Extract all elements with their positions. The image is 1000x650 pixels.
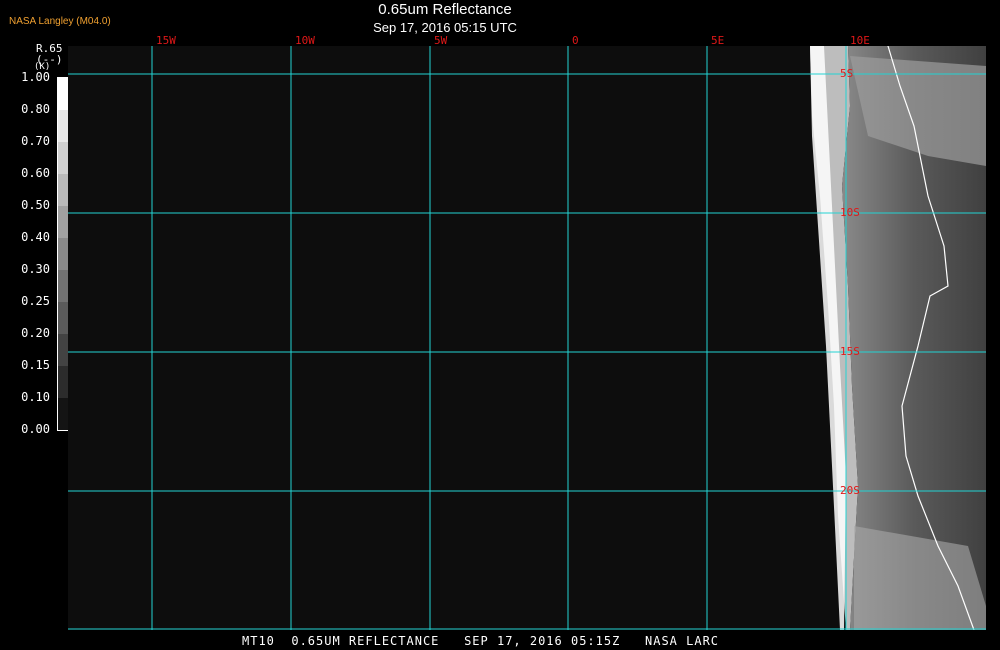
map-canvas: [68, 46, 986, 630]
colorbar-tick-label: 0.15: [21, 358, 50, 372]
longitude-label: 5W: [434, 34, 448, 47]
longitude-label: 10E: [850, 34, 870, 47]
colorbar-tick-label: 0.30: [21, 262, 50, 276]
colorbar-tick-label: 0.70: [21, 134, 50, 148]
colorbar-tick-label: 0.80: [21, 102, 50, 116]
longitude-label: 0: [572, 34, 579, 47]
colorbar-tick-label: 0.20: [21, 326, 50, 340]
latitude-label: 10S: [840, 206, 860, 219]
colorbar-tick-label: 0.10: [21, 390, 50, 404]
latitude-label: 20S: [840, 484, 860, 497]
longitude-label: 15W: [156, 34, 176, 47]
latitude-label: 5S: [840, 67, 854, 80]
colorbar-tick-label: 0.00: [21, 422, 50, 436]
colorbar-tick-label: 0.60: [21, 166, 50, 180]
colorbar-tick-label: 0.40: [21, 230, 50, 244]
map-title: 0.65um Reflectance: [378, 1, 512, 18]
colorbar-tick-label: 0.25: [21, 294, 50, 308]
map-subtitle: Sep 17, 2016 05:15 UTC: [373, 20, 517, 35]
satellite-image[interactable]: [68, 46, 986, 630]
colorbar-tick-label: 0.50: [21, 198, 50, 212]
longitude-label: 10W: [295, 34, 315, 47]
longitude-label: 5E: [711, 34, 725, 47]
image-footer: MT10 0.65UM REFLECTANCE SEP 17, 2016 05:…: [242, 634, 720, 648]
colorbar-tick-label: 1.00: [21, 70, 50, 84]
latitude-label: 15S: [840, 345, 860, 358]
